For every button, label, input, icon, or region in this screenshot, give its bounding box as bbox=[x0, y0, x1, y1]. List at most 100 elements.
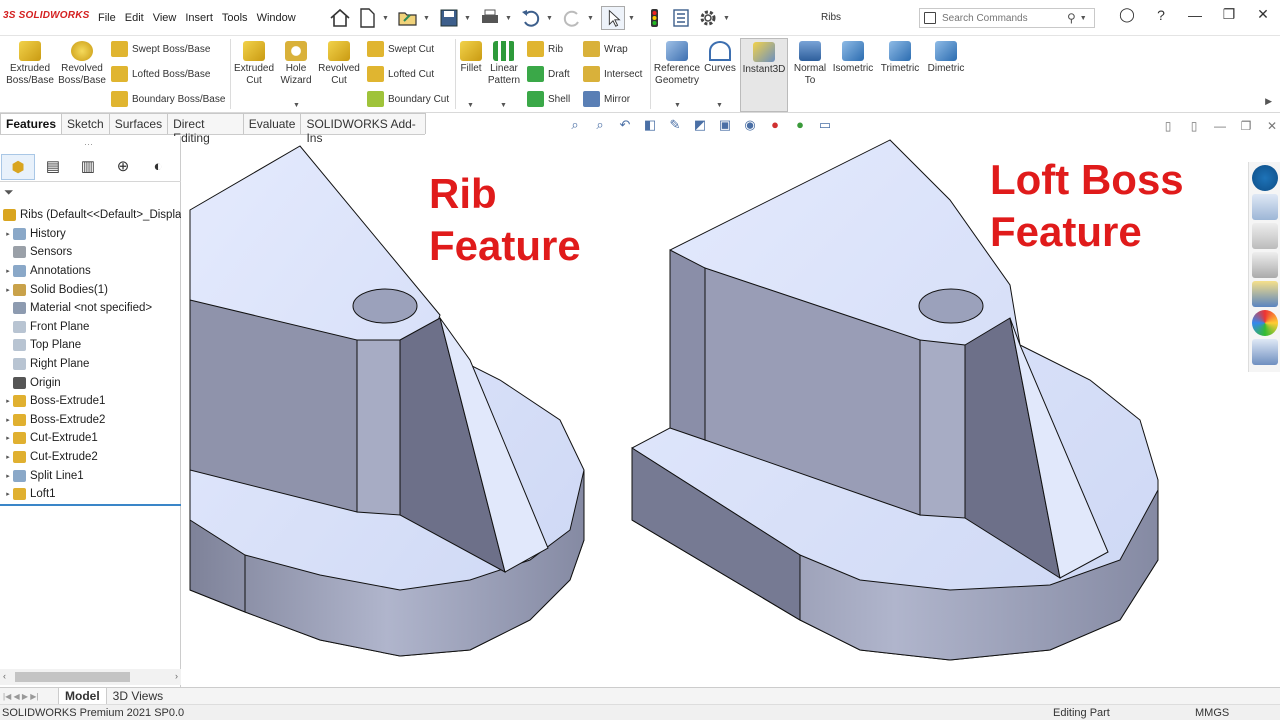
scrollbar-thumb[interactable] bbox=[15, 672, 130, 682]
hole-wizard-button[interactable]: Hole Wizard ▼ bbox=[277, 38, 315, 109]
appearances-icon[interactable] bbox=[1252, 310, 1278, 336]
tree-item[interactable]: Top Plane bbox=[0, 336, 181, 355]
edit-appearance-icon[interactable]: ● bbox=[766, 117, 784, 133]
menu-file[interactable]: File bbox=[98, 12, 116, 24]
search-icon[interactable]: ⚲ bbox=[1067, 11, 1076, 25]
menu-window[interactable]: Window bbox=[257, 12, 296, 24]
chevron-down-icon[interactable]: ▼ bbox=[716, 100, 723, 112]
home-icon[interactable] bbox=[1252, 194, 1278, 220]
menu-insert[interactable]: Insert bbox=[185, 12, 213, 24]
print-icon[interactable] bbox=[478, 6, 502, 30]
search-input[interactable] bbox=[942, 12, 1067, 24]
rib-button[interactable]: Rib bbox=[527, 41, 563, 57]
solidworks-resources-icon[interactable] bbox=[1252, 165, 1278, 191]
chevron-down-icon[interactable]: ▼ bbox=[723, 15, 731, 22]
swept-cut-button[interactable]: Swept Cut bbox=[367, 41, 434, 57]
tree-item[interactable]: ▸ Split Line1 bbox=[0, 466, 181, 485]
user-account-icon[interactable]: ◯ bbox=[1110, 6, 1144, 23]
rollback-bar[interactable] bbox=[0, 503, 181, 506]
view-palette-icon[interactable] bbox=[1252, 281, 1278, 307]
intersect-button[interactable]: Intersect bbox=[583, 66, 642, 82]
tree-item[interactable]: ▸ Solid Bodies(1) bbox=[0, 280, 181, 299]
previous-view-icon[interactable]: ↶ bbox=[616, 117, 634, 133]
isometric-button[interactable]: Isometric bbox=[831, 38, 875, 75]
linear-pattern-button[interactable]: Linear Pattern ▼ bbox=[486, 38, 522, 109]
lofted-cut-button[interactable]: Lofted Cut bbox=[367, 66, 434, 82]
help-icon[interactable]: ? bbox=[1144, 7, 1178, 23]
tree-item[interactable]: ▸ Loft1 bbox=[0, 485, 181, 504]
tab-surfaces[interactable]: Surfaces bbox=[108, 113, 169, 134]
expand-arrow-icon[interactable]: ▸ bbox=[3, 416, 13, 424]
boundary-cut-button[interactable]: Boundary Cut bbox=[367, 91, 449, 107]
open-folder-icon[interactable] bbox=[396, 6, 420, 30]
tab-3d-views[interactable]: 3D Views bbox=[107, 688, 169, 704]
expand-arrow-icon[interactable]: ▸ bbox=[3, 267, 13, 275]
chevron-down-icon[interactable]: ▼ bbox=[505, 15, 513, 22]
fillet-button[interactable]: Fillet ▼ bbox=[457, 38, 485, 109]
select-cursor-icon[interactable] bbox=[601, 6, 625, 30]
mirror-button[interactable]: Mirror bbox=[583, 91, 630, 107]
tab-direct-editing[interactable]: Direct Editing bbox=[167, 113, 244, 145]
curves-button[interactable]: Curves ▼ bbox=[703, 38, 737, 109]
dimxpert-tab-icon[interactable]: ⊕ bbox=[106, 154, 140, 180]
chevron-down-icon[interactable]: ▼ bbox=[467, 100, 474, 112]
dimetric-button[interactable]: Dimetric bbox=[924, 38, 968, 75]
expand-arrow-icon[interactable]: ▸ bbox=[3, 472, 13, 480]
display-style-icon[interactable]: ▣ bbox=[716, 117, 734, 133]
filter-icon[interactable]: ⏷ bbox=[4, 185, 14, 200]
menu-view[interactable]: View bbox=[153, 12, 177, 24]
revolved-boss-button[interactable]: Revolved Boss/Base bbox=[57, 38, 107, 87]
minimize-icon[interactable]: — bbox=[1178, 7, 1212, 23]
chevron-down-icon[interactable]: ▼ bbox=[464, 15, 472, 22]
trimetric-button[interactable]: Trimetric bbox=[878, 38, 922, 75]
draft-button[interactable]: Draft bbox=[527, 66, 570, 82]
file-properties-icon[interactable] bbox=[669, 6, 693, 30]
horizontal-scrollbar[interactable]: ‹ › bbox=[0, 669, 181, 685]
ribbon-scroll-right-icon[interactable]: ▶ bbox=[1265, 96, 1272, 107]
restore-icon[interactable]: ❐ bbox=[1233, 119, 1259, 133]
new-document-icon[interactable] bbox=[355, 6, 379, 30]
reference-geometry-button[interactable]: Reference Geometry ▼ bbox=[652, 38, 702, 109]
tree-item[interactable]: ▸ Cut-Extrude1 bbox=[0, 429, 181, 448]
expand-arrow-icon[interactable]: ▸ bbox=[3, 397, 13, 405]
tree-item[interactable]: ▸ Annotations bbox=[0, 262, 181, 281]
custom-properties-icon[interactable] bbox=[1252, 339, 1278, 365]
apply-scene-icon[interactable]: ● bbox=[791, 117, 809, 133]
shell-button[interactable]: Shell bbox=[527, 91, 570, 107]
tab-addins[interactable]: SOLIDWORKS Add-Ins bbox=[300, 113, 426, 145]
tab-navigation-arrows-icon[interactable]: |◀ ◀ ▶ ▶| bbox=[3, 692, 58, 701]
tab-sketch[interactable]: Sketch bbox=[61, 113, 110, 134]
chevron-down-icon[interactable]: ▼ bbox=[628, 15, 636, 22]
home-icon[interactable] bbox=[328, 6, 352, 30]
rebuild-icon[interactable] bbox=[642, 6, 666, 30]
expand-arrow-icon[interactable]: ▸ bbox=[3, 286, 13, 294]
tree-item[interactable]: ▸ History bbox=[0, 225, 181, 244]
expand-icon[interactable]: ▯ bbox=[1181, 119, 1207, 133]
zoom-to-fit-icon[interactable]: ⌕ bbox=[566, 117, 584, 133]
close-icon[interactable]: ✕ bbox=[1246, 6, 1280, 23]
wrap-button[interactable]: Wrap bbox=[583, 41, 628, 57]
chevron-down-icon[interactable]: ▼ bbox=[423, 15, 431, 22]
chevron-down-icon[interactable]: ▼ bbox=[382, 15, 390, 22]
hide-show-items-icon[interactable]: ◉ bbox=[741, 117, 759, 133]
revolved-cut-button[interactable]: Revolved Cut bbox=[316, 38, 362, 87]
chevron-down-icon[interactable]: ▼ bbox=[546, 15, 554, 22]
dynamic-annotation-icon[interactable]: ✎ bbox=[666, 117, 684, 133]
tree-item[interactable]: Material <not specified> bbox=[0, 299, 181, 318]
view-settings-icon[interactable]: ▭ bbox=[816, 117, 834, 133]
chevron-down-icon[interactable]: ▼ bbox=[1080, 15, 1087, 22]
feature-manager-tab-icon[interactable]: ⬢ bbox=[1, 154, 35, 180]
extruded-boss-button[interactable]: Extruded Boss/Base bbox=[4, 38, 56, 87]
tab-evaluate[interactable]: Evaluate bbox=[242, 113, 302, 134]
save-icon[interactable] bbox=[437, 6, 461, 30]
boundary-boss-button[interactable]: Boundary Boss/Base bbox=[111, 91, 225, 107]
chevron-down-icon[interactable]: ▼ bbox=[587, 15, 595, 22]
instant3d-button[interactable]: Instant3D bbox=[740, 38, 788, 112]
chevron-down-icon[interactable]: ▼ bbox=[674, 100, 681, 112]
swept-boss-button[interactable]: Swept Boss/Base bbox=[111, 41, 210, 57]
graphics-area[interactable]: Rib Feature Loft Boss Feature bbox=[182, 136, 1248, 687]
expand-arrow-icon[interactable]: ▸ bbox=[3, 434, 13, 442]
normal-to-button[interactable]: Normal To bbox=[792, 38, 828, 87]
expand-arrow-icon[interactable]: ▸ bbox=[3, 230, 13, 238]
close-icon[interactable]: ✕ bbox=[1259, 119, 1280, 133]
